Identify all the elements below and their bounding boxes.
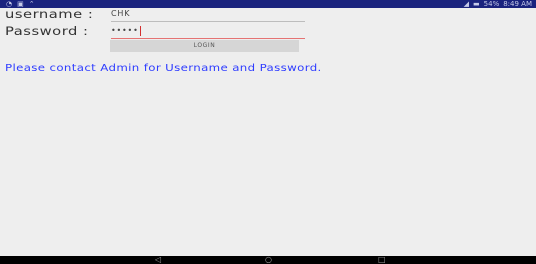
signal-icon: ◢ [463,0,470,8]
password-value: ••••• [111,26,139,35]
password-label: Password : [5,24,89,38]
navigation-bar: ◁ ○ □ [0,256,536,264]
clock: 8:49 AM [503,0,532,8]
battery-percent: 54% [483,0,500,8]
login-button[interactable]: LOGIN [110,40,299,52]
username-label: username : [5,7,94,21]
home-icon[interactable]: ○ [265,256,272,264]
back-icon[interactable]: ◁ [155,256,161,264]
status-icons-right: ◢ ▬ 54% 8:49 AM [464,0,532,8]
password-field[interactable]: ••••• [111,25,305,39]
username-value: CHK [111,9,131,18]
battery-icon: ▬ [473,0,480,8]
info-message: Please contact Admin for Username and Pa… [5,63,322,74]
username-field[interactable]: CHK [111,8,305,22]
text-cursor [139,25,141,36]
recents-icon[interactable]: □ [378,256,386,264]
